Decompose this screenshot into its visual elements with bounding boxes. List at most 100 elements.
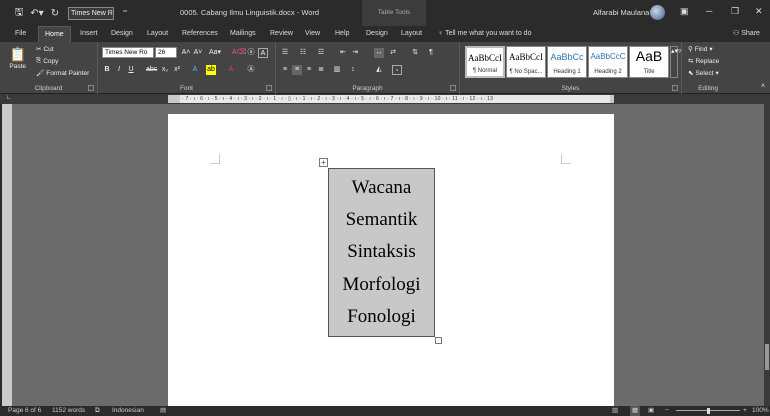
superscript-icon[interactable]: x² [172, 65, 182, 75]
shrink-font-icon[interactable]: A˅ [193, 48, 203, 58]
table[interactable]: Wacana Semantik Sintaksis Morfologi Fono… [328, 168, 435, 337]
print-layout-icon[interactable]: ▦ [630, 406, 641, 416]
customize-qat-icon[interactable]: ⁼ [118, 6, 132, 20]
tab-home[interactable]: Home [38, 26, 71, 42]
align-left-icon[interactable]: ≡ [280, 65, 290, 75]
phonetic-guide-icon[interactable]: ⓐ [246, 48, 256, 58]
mirror-indent-icon[interactable]: ⇄ [388, 48, 398, 58]
line-spacing-icon[interactable]: ↕ [348, 65, 358, 75]
cut-button[interactable]: ✂ Cut [36, 45, 54, 54]
font-launcher[interactable] [266, 85, 272, 91]
style-no-spacing[interactable]: AaBbCcI ¶ No Spac... [506, 46, 546, 78]
underline-icon[interactable]: U [126, 65, 136, 75]
font-size-select[interactable]: 26 [155, 47, 177, 58]
multilevel-list-icon[interactable]: ☲ [316, 48, 326, 58]
text-effects-icon[interactable]: A [190, 65, 200, 75]
styles-launcher[interactable] [672, 85, 678, 91]
macro-icon[interactable]: ▤ [160, 406, 166, 416]
table-cell[interactable]: Sintaksis [347, 241, 416, 263]
italic-icon[interactable]: I [114, 65, 124, 75]
zoom-level[interactable]: 100% [752, 406, 769, 416]
page-count[interactable]: Page 6 of 6 [8, 406, 41, 416]
show-formatting-icon[interactable]: ¶ [426, 48, 436, 58]
style-title[interactable]: AaB Title [629, 46, 669, 78]
tab-insert[interactable]: Insert [74, 26, 104, 42]
copy-button[interactable]: ⎘ Copy [36, 57, 58, 65]
share-button[interactable]: ⚇ Share [733, 26, 760, 42]
paragraph-launcher[interactable] [450, 85, 456, 91]
find-button[interactable]: ⚲ Find ▾ [688, 45, 713, 54]
tab-design[interactable]: Design [105, 26, 139, 42]
style-heading-1[interactable]: AaBbCc Heading 1 [547, 46, 587, 78]
undo-icon[interactable]: ↶▾ [30, 6, 44, 20]
read-mode-icon[interactable]: ▥ [612, 406, 618, 416]
subscript-icon[interactable]: x₂ [160, 65, 170, 75]
character-border-icon[interactable]: A [258, 48, 268, 58]
collapse-ribbon-icon[interactable]: ˄ [758, 82, 768, 92]
word-count[interactable]: 1152 words [52, 406, 85, 416]
tab-selector-icon[interactable]: ∟ [4, 94, 14, 103]
change-case-icon[interactable]: Aa▾ [208, 48, 222, 58]
zoom-in-icon[interactable]: + [743, 406, 747, 416]
minimize-icon[interactable]: ─ [706, 6, 712, 16]
justify-icon[interactable]: ≣ [316, 65, 326, 75]
replace-button[interactable]: ⇆ Replace [688, 57, 719, 66]
redo-icon[interactable]: ↻ [48, 6, 62, 20]
restore-icon[interactable]: ❐ [731, 6, 739, 17]
save-icon[interactable]: 🖫 [12, 6, 26, 20]
zoom-out-icon[interactable]: − [665, 406, 669, 416]
tab-review[interactable]: Review [264, 26, 299, 42]
vertical-scrollbar[interactable] [764, 104, 770, 406]
distributed-icon[interactable]: ▥ [332, 65, 342, 75]
grow-font-icon[interactable]: A˄ [181, 48, 191, 58]
avatar[interactable] [650, 5, 665, 20]
tell-me-search[interactable]: ♀ Tell me what you want to do [438, 26, 531, 42]
sort-icon[interactable]: ⇅ [410, 48, 420, 58]
font-color-icon[interactable]: A [226, 65, 236, 75]
web-layout-icon[interactable]: ▣ [648, 406, 654, 416]
borders-icon[interactable]: ▫ [392, 65, 402, 75]
clear-formatting-icon[interactable]: A⌫ [232, 48, 247, 58]
decrease-indent-icon[interactable]: ⇤ [338, 48, 348, 58]
table-cell[interactable]: Morfologi [342, 274, 420, 296]
user-name[interactable]: Alfarabi Maulana [593, 8, 649, 17]
paste-button[interactable]: 📋 Paste [9, 46, 26, 70]
table-resize-handle[interactable] [435, 337, 442, 344]
table-cell[interactable]: Semantik [346, 209, 418, 231]
style-normal[interactable]: AaBbCcI ¶ Normal [465, 46, 505, 78]
bold-icon[interactable]: B [102, 65, 112, 75]
align-center-icon[interactable]: ≡ [292, 65, 302, 75]
increase-indent-icon[interactable]: ⇥ [350, 48, 360, 58]
horizontal-ruler[interactable]: ∟ · 7 · ı · 6 · ı · 5 · ı · 4 · ı · 3 · … [0, 94, 770, 104]
bullets-icon[interactable]: ☰ [280, 48, 290, 58]
clipboard-launcher[interactable] [88, 85, 94, 91]
language[interactable]: Indonesian [112, 406, 144, 416]
table-cell[interactable]: Wacana [352, 177, 412, 199]
tab-layout[interactable]: Layout [141, 26, 174, 42]
qat-font-box[interactable]: Times New R [68, 6, 114, 20]
proofing-icon[interactable]: ⧉ [95, 406, 100, 416]
styles-scroll-icon[interactable]: ▴▾▿ [670, 46, 682, 78]
tab-file[interactable]: File [9, 26, 32, 42]
font-name-select[interactable]: Times New Ro [102, 47, 154, 58]
tab-mailings[interactable]: Mailings [224, 26, 262, 42]
ribbon-display-icon[interactable]: ▣ [680, 6, 689, 17]
text-direction-icon[interactable]: ↔ [374, 48, 384, 58]
close-icon[interactable]: ✕ [755, 6, 763, 17]
numbering-icon[interactable]: ☷ [298, 48, 308, 58]
tab-help[interactable]: Help [329, 26, 355, 42]
style-heading-2[interactable]: AaBbCcC Heading 2 [588, 46, 628, 78]
shading-icon[interactable]: ◭ [374, 65, 384, 75]
highlight-icon[interactable]: ab [206, 65, 216, 75]
table-move-handle-icon[interactable]: + [319, 158, 328, 167]
align-right-icon[interactable]: ≡ [304, 65, 314, 75]
scrollbar-thumb[interactable] [765, 344, 769, 370]
format-painter-button[interactable]: 🖌 Format Painter [36, 69, 89, 78]
tab-table-layout[interactable]: Layout [395, 26, 428, 42]
tab-table-design[interactable]: Design [360, 26, 394, 42]
tab-references[interactable]: References [176, 26, 224, 42]
zoom-slider-thumb[interactable] [707, 408, 710, 414]
table-cell[interactable]: Fonologi [347, 306, 416, 328]
strikethrough-icon[interactable]: abc [146, 65, 157, 75]
vertical-ruler[interactable] [2, 104, 12, 406]
